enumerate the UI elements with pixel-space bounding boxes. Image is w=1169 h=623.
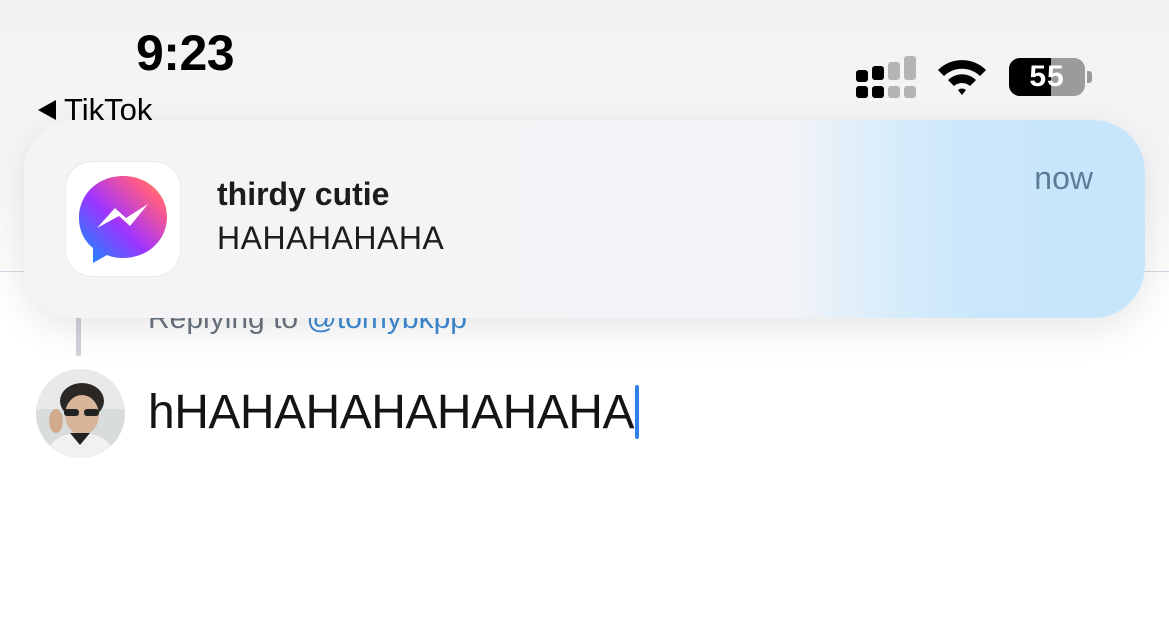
notification-message: HAHAHAHAHA [217, 220, 445, 256]
back-arrow-icon [38, 100, 56, 120]
notification-banner[interactable]: thirdy cutie HAHAHAHAHA now [24, 120, 1145, 318]
reply-composer[interactable]: hHAHAHAHAHAHAHA [148, 383, 639, 441]
cellular-signal-icon [856, 56, 916, 98]
avatar-photo [36, 369, 125, 458]
battery-icon: 55 [1009, 58, 1085, 96]
wifi-icon [938, 60, 986, 95]
messenger-icon [66, 162, 180, 276]
text-caret [634, 385, 639, 439]
battery-tip [1087, 71, 1092, 83]
user-avatar[interactable] [36, 369, 125, 458]
reply-input[interactable]: hHAHAHAHAHAHAHA [148, 385, 634, 440]
status-time: 9:23 [136, 25, 235, 81]
notification-time: now [1034, 160, 1093, 196]
notification-sender: thirdy cutie [217, 176, 390, 212]
battery-level: 55 [1029, 60, 1065, 93]
